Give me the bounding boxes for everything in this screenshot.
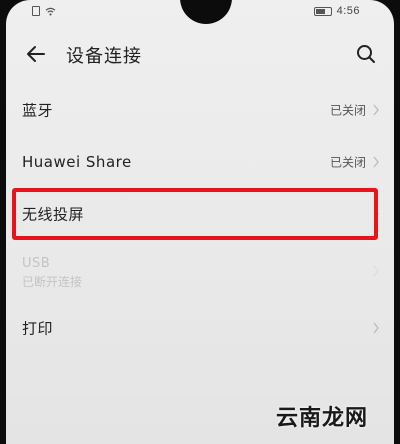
phone-screen: 4:56 设备连接 蓝牙 已关闭 Huawei Share 已关闭 无线投屏 U… [6,0,394,444]
chevron-right-icon [373,156,379,168]
wifi-icon [45,7,56,16]
search-icon[interactable] [354,42,378,66]
setting-sublabel: 已断开连接 [22,275,83,289]
setting-item-print[interactable]: 打印 [6,302,394,354]
chevron-right-icon [373,322,379,334]
chevron-right-icon [373,265,379,277]
setting-label: USB [22,256,51,271]
setting-item-bluetooth[interactable]: 蓝牙 已关闭 [6,84,394,136]
status-right: 4:56 [313,5,360,17]
setting-item-usb: USB 已断开连接 [6,240,394,302]
setting-item-wireless-projection[interactable]: 无线投屏 [6,188,394,240]
setting-status: 已关闭 [329,103,366,118]
chevron-right-icon [373,104,379,116]
settings-list: 蓝牙 已关闭 Huawei Share 已关闭 无线投屏 USB 已断开连接 打… [6,84,394,354]
page-title: 设备连接 [66,46,142,67]
status-left [32,6,56,16]
status-time: 4:56 [336,5,360,17]
setting-label: 打印 [22,319,54,338]
arrow-left-icon[interactable] [24,42,48,66]
setting-status: 已关闭 [329,155,366,170]
setting-label: Huawei Share [22,153,132,171]
setting-label: 蓝牙 [22,101,54,120]
battery-icon [313,6,332,16]
sim-icon [32,6,40,16]
chevron-right-icon [373,208,379,220]
setting-label: 无线投屏 [22,205,85,224]
watermark: 云南龙网 [275,406,368,431]
setting-item-huawei-share[interactable]: Huawei Share 已关闭 [6,136,394,188]
app-bar: 设备连接 [6,36,394,72]
